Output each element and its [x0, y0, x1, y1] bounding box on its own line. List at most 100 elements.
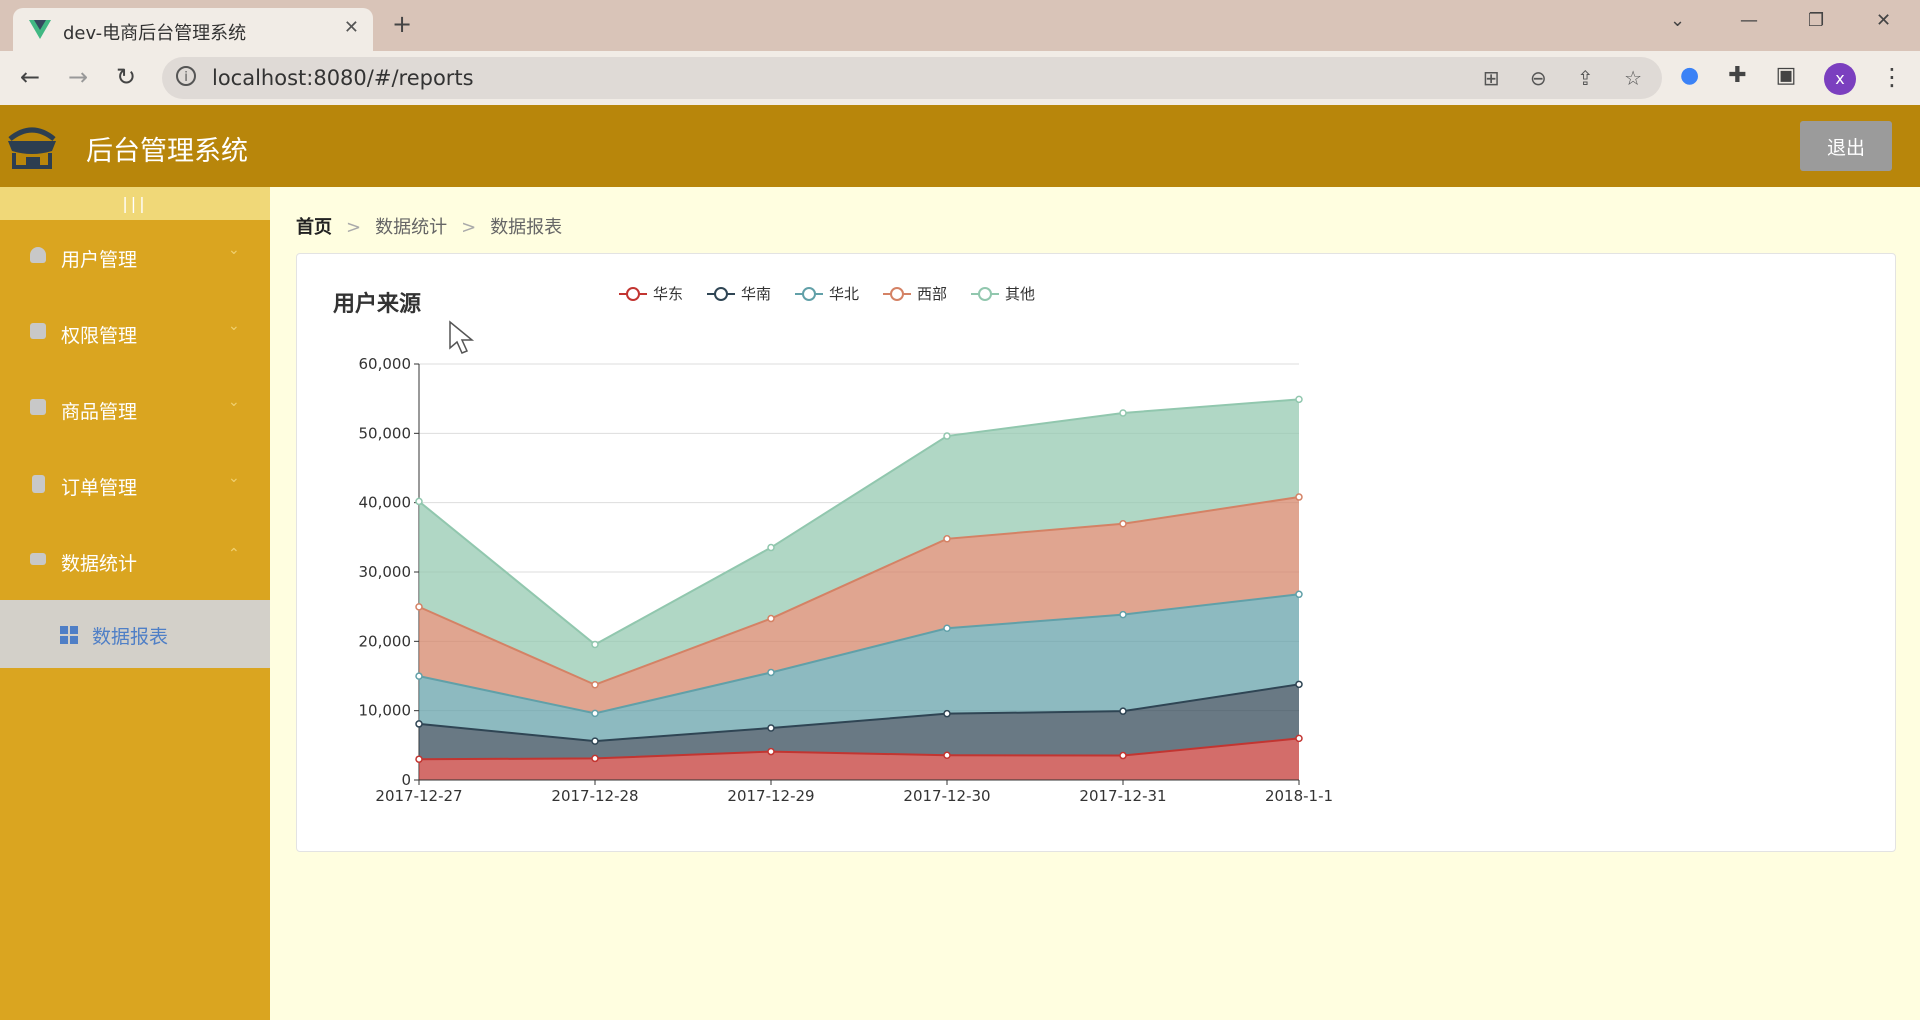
extension-record-icon[interactable]: ● [1680, 63, 1699, 88]
chevron-down-icon: ⌄ [228, 318, 240, 334]
x-tick-label: 2017-12-28 [551, 787, 638, 805]
data-point [767, 747, 775, 756]
close-tab-icon[interactable]: ✕ [344, 17, 359, 38]
data-point [415, 603, 423, 611]
legend-marker [890, 287, 904, 301]
data-point [415, 755, 423, 763]
bookmark-star-icon[interactable]: ☆ [1624, 66, 1642, 90]
clipboard-icon [32, 475, 45, 493]
legend-marker [714, 287, 728, 301]
breadcrumb-separator-icon: > [346, 217, 362, 238]
translate-icon[interactable]: ⊞ [1483, 66, 1500, 90]
sidebar-item-label: 权限管理 [61, 325, 138, 347]
data-point [1295, 590, 1303, 599]
forward-icon[interactable]: → [68, 63, 88, 91]
extensions-puzzle-icon[interactable]: ✚ [1728, 63, 1746, 88]
sidebar-toggle-button[interactable]: ||| [0, 187, 270, 220]
data-point [1119, 610, 1127, 619]
bag-icon [30, 399, 46, 415]
restore-icon[interactable]: ❐ [1808, 10, 1824, 31]
legend-label: 华南 [741, 285, 771, 303]
minimize-icon[interactable]: — [1740, 10, 1758, 31]
x-tick-label: 2017-12-29 [727, 787, 814, 805]
data-point [1295, 395, 1303, 404]
report-card: 用户来源 0 10,000 20,000 30,000 40,000 50,000 60,0… [296, 253, 1896, 852]
data-point [591, 640, 599, 649]
x-tick-label: 2017-12-27 [375, 787, 462, 805]
vue-logo-icon [29, 20, 51, 39]
x-tick-label: 2017-12-31 [1079, 787, 1166, 805]
data-point [415, 672, 423, 680]
sidebar-subitem-label: 数据报表 [92, 626, 169, 648]
sidebar-item-goods[interactable]: 商品管理 ⌄ [0, 372, 270, 448]
reload-icon[interactable]: ↻ [116, 63, 136, 91]
sidebar-subitem-reports[interactable]: 数据报表 [0, 600, 270, 668]
profile-avatar[interactable]: x [1824, 63, 1856, 95]
sidebar-item-users[interactable]: 用户管理 ⌄ [0, 220, 270, 296]
data-point [1295, 734, 1303, 743]
data-point [591, 709, 599, 718]
data-point [943, 535, 951, 543]
y-tick-label: 10,000 [359, 702, 412, 720]
legend-label: 西部 [917, 285, 947, 303]
y-tick-label: 50,000 [359, 424, 412, 442]
app-header: 后台管理系统 退出 [0, 105, 1920, 187]
legend-label: 其他 [1005, 285, 1035, 303]
data-point [767, 543, 775, 552]
logout-button[interactable]: 退出 [1800, 121, 1892, 171]
sidebar-item-label: 订单管理 [61, 477, 138, 499]
mail-icon [30, 553, 46, 565]
shop-logo-icon [8, 127, 56, 169]
url-text[interactable]: localhost:8080/#/reports [212, 66, 474, 90]
user-icon [30, 247, 46, 263]
y-tick-label: 60,000 [359, 355, 412, 373]
x-tick-label: 2018-1-1 [1265, 787, 1333, 805]
stacked-area-chart[interactable]: 010,00020,00030,00040,00050,00060,000201… [297, 254, 1895, 851]
y-tick-label: 20,000 [359, 632, 412, 650]
zoom-icon[interactable]: ⊖ [1530, 66, 1547, 90]
sidebar-item-label: 用户管理 [61, 249, 138, 271]
back-icon[interactable]: ← [20, 63, 40, 91]
chevron-down-icon: ⌄ [228, 242, 240, 258]
legend-label: 华北 [829, 285, 859, 303]
address-bar[interactable]: i localhost:8080/#/reports ⊞ ⊖ ⇪ ☆ [162, 57, 1662, 99]
legend-marker [978, 287, 992, 301]
data-point [943, 751, 951, 760]
breadcrumb: 首页 > 数据统计 > 数据报表 [296, 213, 562, 239]
data-point [1295, 493, 1303, 501]
data-point [1295, 680, 1303, 689]
data-point [591, 680, 599, 689]
sidebar-item-orders[interactable]: 订单管理 ⌄ [0, 448, 270, 524]
data-point [1119, 707, 1127, 715]
breadcrumb-item: 数据统计 [375, 217, 448, 238]
browser-toolbar: ← → ↻ i localhost:8080/#/reports ⊞ ⊖ ⇪ ☆… [0, 51, 1920, 105]
tab-title: dev-电商后台管理系统 [63, 23, 247, 44]
mouse-cursor-icon [449, 320, 475, 354]
sidebar: ||| 用户管理 ⌄ 权限管理 ⌄ 商品管理 ⌄ 订单管理 ⌄ 数据统计 ⌃ 数… [0, 187, 270, 1020]
breadcrumb-home[interactable]: 首页 [296, 217, 332, 238]
sidebar-item-permissions[interactable]: 权限管理 ⌄ [0, 296, 270, 372]
y-tick-label: 30,000 [359, 563, 412, 581]
legend-marker [626, 287, 640, 301]
data-point [591, 737, 599, 745]
legend-marker [802, 287, 816, 301]
new-tab-icon[interactable]: + [392, 10, 412, 38]
browser-tab[interactable]: dev-电商后台管理系统 ✕ [13, 8, 373, 51]
browser-menu-icon[interactable]: ⋮ [1880, 63, 1904, 91]
window-close-icon[interactable]: ✕ [1876, 10, 1891, 31]
y-tick-label: 40,000 [359, 494, 412, 512]
data-point [415, 497, 423, 506]
data-point [1119, 409, 1127, 417]
chevron-down-icon: ⌄ [228, 470, 240, 486]
breadcrumb-separator-icon: > [461, 217, 477, 238]
sidebar-item-statistics[interactable]: 数据统计 ⌃ [0, 524, 270, 600]
side-panel-icon[interactable]: ▣ [1776, 63, 1797, 88]
sidebar-item-label: 商品管理 [61, 401, 138, 423]
tab-search-icon[interactable]: ⌄ [1670, 10, 1685, 31]
sidebar-item-label: 数据统计 [61, 553, 138, 575]
site-info-icon[interactable]: i [176, 66, 196, 86]
share-icon[interactable]: ⇪ [1577, 66, 1594, 90]
breadcrumb-item: 数据报表 [490, 217, 563, 238]
data-point [767, 614, 775, 623]
data-point [1119, 520, 1127, 528]
